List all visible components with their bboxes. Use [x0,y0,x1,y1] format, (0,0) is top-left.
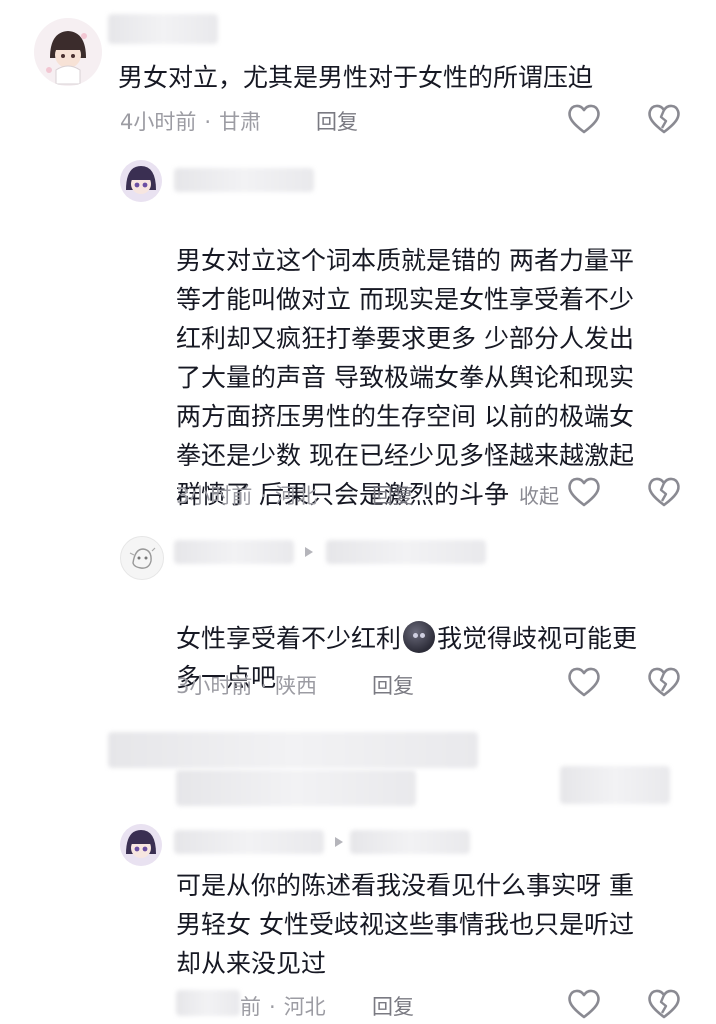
avatar[interactable] [120,160,162,202]
username-redacted[interactable] [108,14,218,44]
anime-girl-avatar-icon [120,824,162,866]
comment-text: 男女对立这个词本质就是错的 两者力量平 等才能叫做对立 而现实是女性享受着不少 … [176,202,634,516]
comment-meta: 3小时前 · 陕西 [176,670,317,700]
reply-arrow-icon [305,547,313,557]
timestamp: 4小时前 [120,110,197,134]
reply-target-redacted[interactable] [350,830,470,854]
reply-button[interactable]: 回复 [372,670,414,700]
anime-boy-avatar-icon [34,18,102,86]
comment-text: 男女对立，尤其是男性对于女性的所谓压迫 [118,63,594,92]
reply-button[interactable]: 回复 [316,106,358,136]
location: 甘肃 [219,110,262,134]
collapse-button[interactable]: 收起 [519,484,559,508]
avatar[interactable] [120,536,164,580]
location: 陕西 [275,674,318,698]
comment-meta: 3小时前 · 河北 [176,480,317,510]
broken-heart-icon[interactable] [646,986,682,1022]
heart-outline-icon[interactable] [566,986,602,1022]
heart-outline-icon[interactable] [566,664,602,700]
separator-dot: · [260,484,268,508]
separator-dot: · [204,110,212,134]
comment-meta: 前 · 河北 [240,991,326,1021]
username-redacted[interactable] [174,540,294,564]
redacted-comment-block [108,732,478,768]
reply-target-redacted[interactable] [326,540,486,564]
comment-body: 男女对立这个词本质就是错的 两者力量平 等才能叫做对立 而现实是女性享受着不少 … [176,246,634,509]
anime-girl-avatar-icon [120,160,162,202]
separator-dot: · [260,674,268,698]
separator-dot: · [269,995,276,1019]
broken-heart-icon[interactable] [646,101,682,137]
heart-outline-icon[interactable] [566,474,602,510]
username-redacted[interactable] [174,830,324,854]
sketch-avatar-icon [121,537,163,579]
heart-outline-icon[interactable] [566,101,602,137]
reply-button[interactable]: 回复 [372,480,414,510]
broken-heart-icon[interactable] [646,474,682,510]
reply-button[interactable]: 回复 [372,991,414,1021]
timestamp: 3小时前 [176,674,253,698]
comment-meta: 4小时前 · 甘肃 [120,106,261,136]
broken-heart-icon[interactable] [646,664,682,700]
location: 河北 [283,995,326,1019]
avatar[interactable] [120,824,162,866]
dark-moon-face-emoji-icon [403,621,436,653]
avatar[interactable] [34,18,102,86]
comment-body-part1: 女性享受着不少红利 [176,624,402,653]
timestamp: 3小时前 [176,484,253,508]
username-redacted[interactable] [174,168,314,192]
comment-text: 可是从你的陈述看我没看见什么事实呀 重 男轻女 女性受歧视这些事情我也只是听过 … [176,871,634,978]
redacted-comment-block [560,766,670,804]
location: 河北 [275,484,318,508]
timestamp-fragment: 前 [240,995,261,1019]
redacted-comment-block [176,770,416,806]
timestamp-redacted [176,990,240,1016]
reply-arrow-icon [335,837,343,847]
